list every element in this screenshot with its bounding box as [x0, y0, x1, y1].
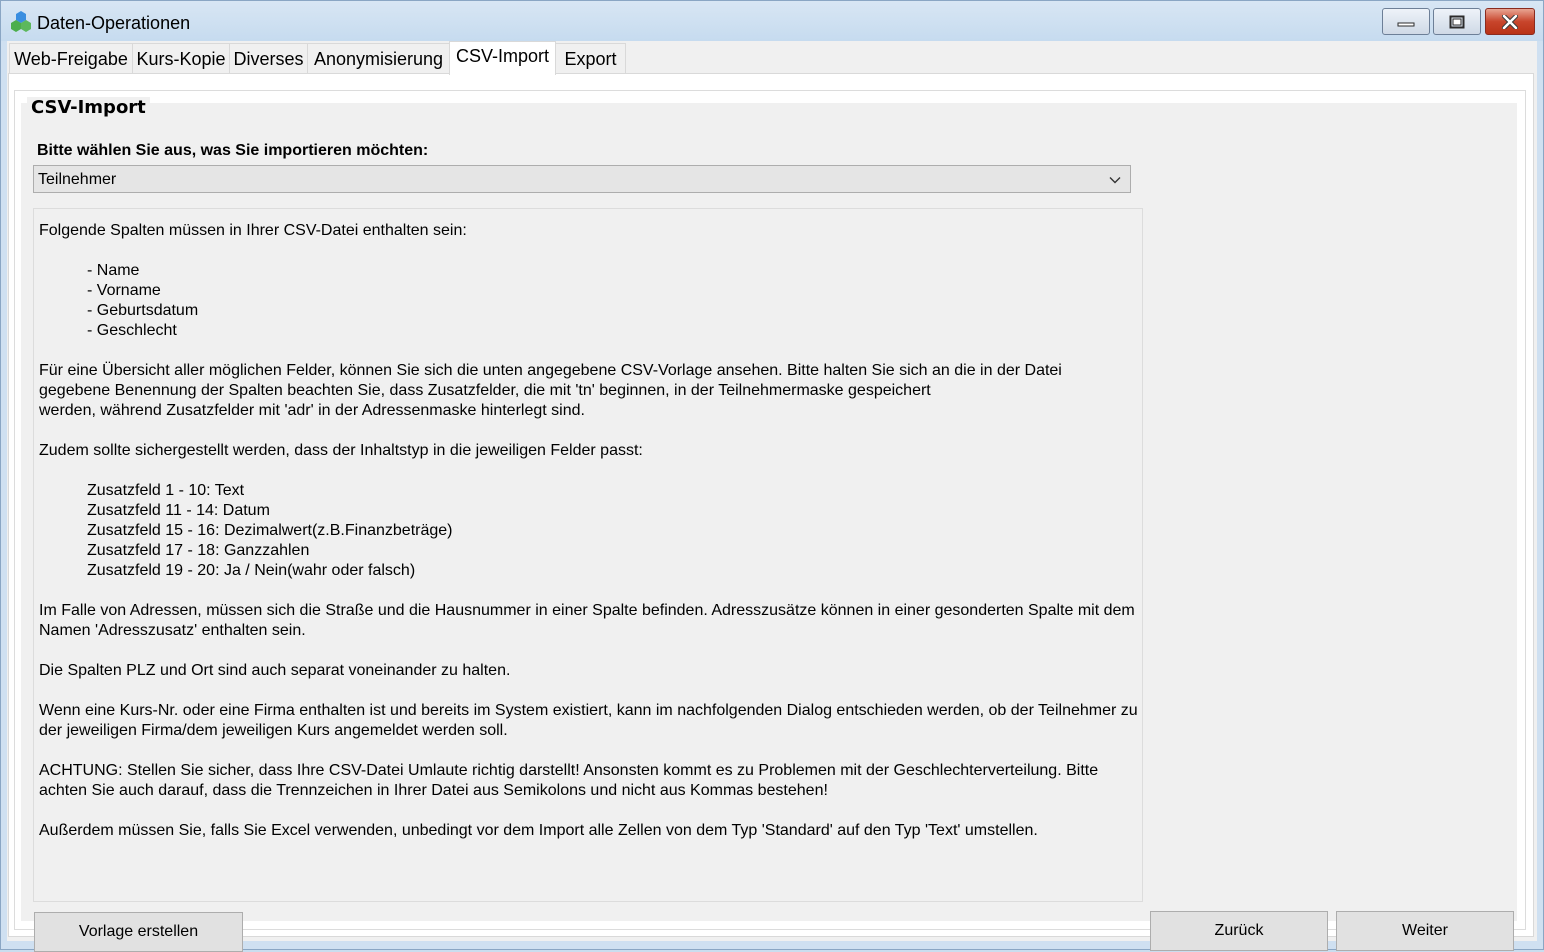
window-title: Daten-Operationen — [37, 13, 191, 33]
warning-paragraph: ACHTUNG: Stellen Sie sicher, dass Ihre C… — [39, 761, 1138, 801]
client-area: Web-Freigabe Kurs-Kopie Diverses Anonymi… — [7, 41, 1537, 952]
tab-diverses[interactable]: Diverses — [229, 43, 308, 73]
import-type-select[interactable]: Teilnehmer — [33, 165, 1131, 193]
field-types-list: Zusatzfeld 1 - 10: Text Zusatzfeld 11 - … — [39, 481, 1138, 581]
chevron-down-icon — [1109, 177, 1121, 184]
instructions-text-area[interactable]: Folgende Spalten müssen in Ihrer CSV-Dat… — [33, 208, 1143, 902]
minimize-icon — [1397, 22, 1415, 26]
text-line: ACHTUNG: Stellen Sie sicher, dass Ihre C… — [39, 762, 1099, 779]
import-type-label: Bitte wählen Sie aus, was Sie importiere… — [37, 142, 429, 159]
excel-paragraph: Außerdem müssen Sie, falls Sie Excel ver… — [39, 822, 1038, 839]
text-line: Namen 'Adresszusatz' enthalten sein. — [39, 622, 306, 639]
tab-anonymisierung[interactable]: Anonymisierung — [307, 43, 450, 73]
maximize-icon — [1449, 15, 1465, 28]
list-item: Zusatzfeld 19 - 20: Ja / Nein(wahr oder … — [87, 562, 416, 579]
tab-strip: Web-Freigabe Kurs-Kopie Diverses Anonymi… — [7, 41, 1537, 75]
create-template-button[interactable]: Vorlage erstellen — [34, 912, 243, 952]
text-line: Für eine Übersicht aller möglichen Felde… — [39, 362, 1062, 379]
list-item: - Geschlecht — [87, 322, 177, 339]
tab-export[interactable]: Export — [555, 43, 626, 73]
maximize-button[interactable] — [1433, 8, 1481, 35]
text-line: Wenn eine Kurs-Nr. oder eine Firma entha… — [39, 702, 1138, 719]
intro-text: Folgende Spalten müssen in Ihrer CSV-Dat… — [39, 222, 467, 239]
text-line: Im Falle von Adressen, müssen sich die S… — [39, 602, 1135, 619]
group-title: CSV-Import — [27, 97, 150, 118]
hexagon-cluster-icon — [11, 11, 31, 32]
text-line: werden, während Zusatzfelder mit 'adr' i… — [39, 402, 585, 419]
list-item: - Name — [87, 262, 140, 279]
text-line: der jeweiligen Firma/dem jeweiligen Kurs… — [39, 722, 508, 739]
overview-paragraph: Für eine Übersicht aller möglichen Felde… — [39, 361, 1138, 421]
list-item: - Geburtsdatum — [87, 302, 199, 319]
import-type-value: Teilnehmer — [38, 171, 117, 188]
text-line: gegebene Benennung der Spalten beachten … — [39, 382, 931, 399]
title-bar[interactable]: Daten-Operationen — [1, 1, 1543, 41]
minimize-button[interactable] — [1382, 8, 1430, 35]
tab-web-freigabe[interactable]: Web-Freigabe — [9, 43, 133, 73]
back-button[interactable]: Zurück — [1150, 911, 1328, 951]
tab-kurs-kopie[interactable]: Kurs-Kopie — [132, 43, 230, 73]
address-paragraph: Im Falle von Adressen, müssen sich die S… — [39, 601, 1138, 641]
list-item: Zusatzfeld 11 - 14: Datum — [87, 502, 270, 519]
required-columns-list: - Name - Vorname - Geburtsdatum - Geschl… — [39, 261, 1138, 341]
list-item: Zusatzfeld 1 - 10: Text — [87, 482, 245, 499]
list-item: - Vorname — [87, 282, 161, 299]
window: Daten-Operationen Web-Freigabe Kurs-Kopi… — [0, 0, 1544, 952]
tab-page-csv-import: CSV-Import Bitte wählen Sie aus, was Sie… — [8, 73, 1534, 952]
types-intro-text: Zudem sollte sichergestellt werden, dass… — [39, 442, 643, 459]
list-item: Zusatzfeld 15 - 16: Dezimalwert(z.B.Fina… — [87, 522, 453, 539]
text-line: achten Sie auch darauf, dass die Trennze… — [39, 782, 828, 799]
course-paragraph: Wenn eine Kurs-Nr. oder eine Firma entha… — [39, 701, 1138, 741]
plz-paragraph: Die Spalten PLZ und Ort sind auch separa… — [39, 662, 511, 679]
list-item: Zusatzfeld 17 - 18: Ganzzahlen — [87, 542, 310, 559]
close-icon — [1502, 14, 1518, 29]
close-button[interactable] — [1485, 8, 1535, 35]
tab-csv-import[interactable]: CSV-Import — [449, 41, 556, 75]
next-button[interactable]: Weiter — [1336, 911, 1514, 951]
